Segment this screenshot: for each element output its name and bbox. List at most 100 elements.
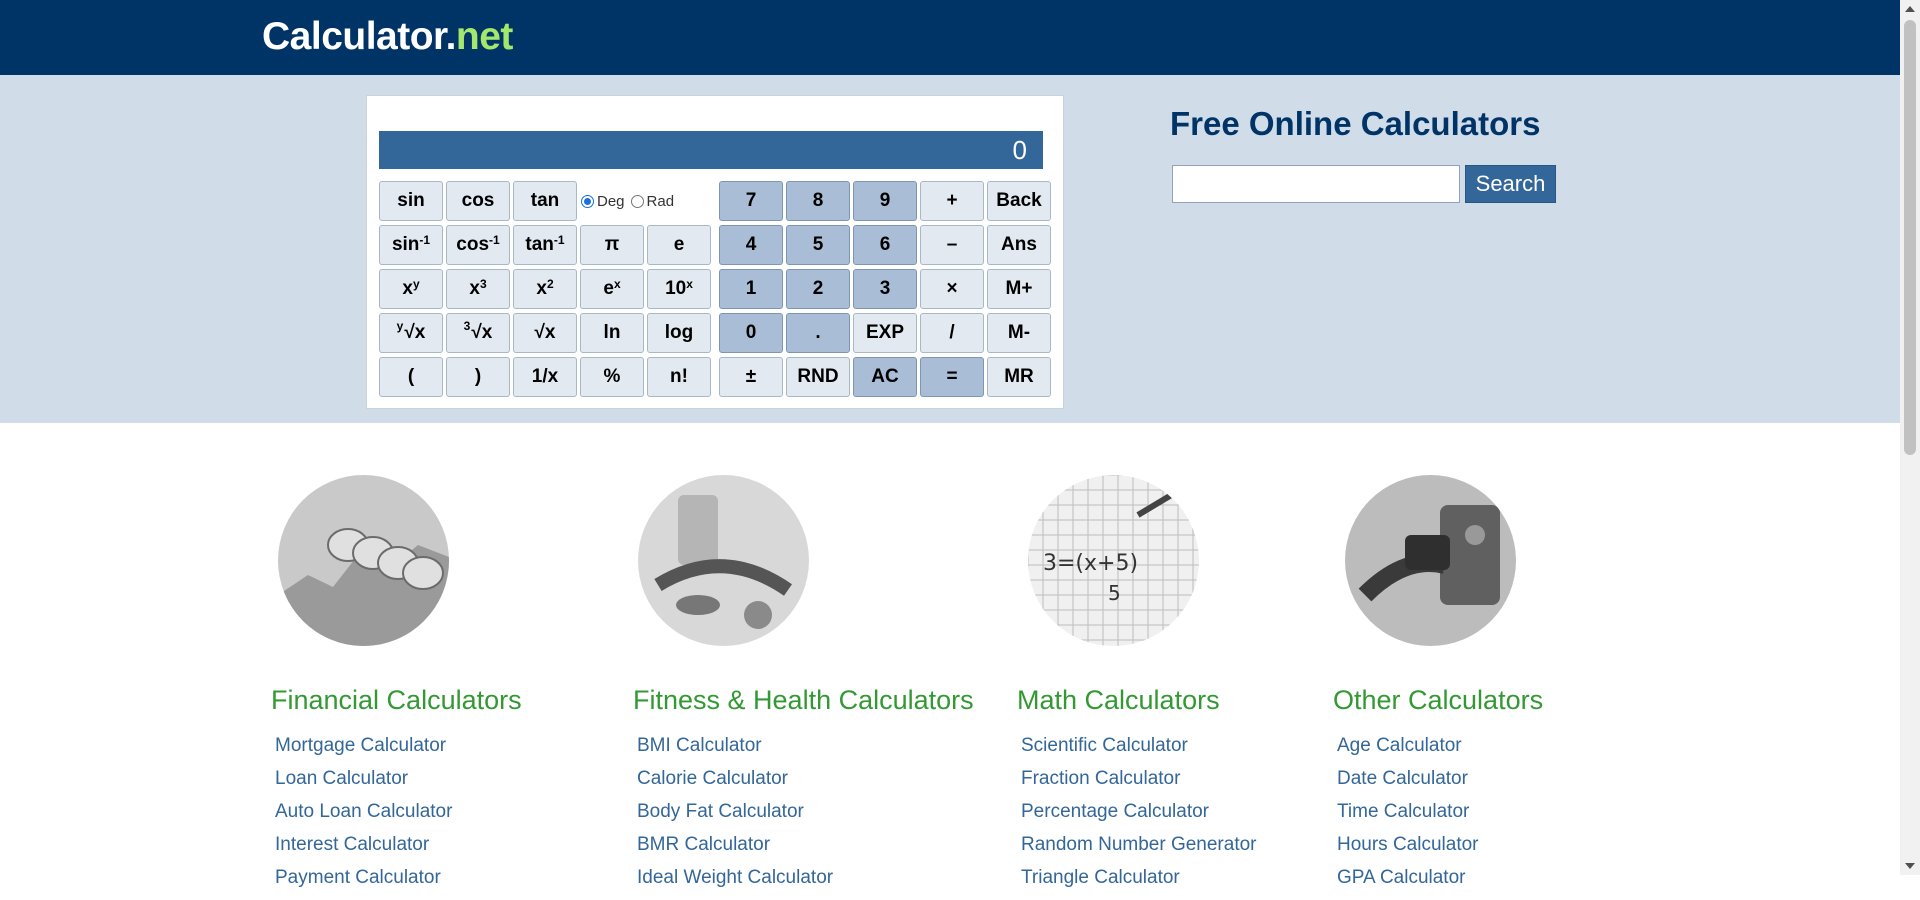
key-7[interactable]: 7 [719,181,783,221]
key-back[interactable]: Back [987,181,1051,221]
calculator-link[interactable]: Body Fat Calculator [637,801,804,822]
key-label: 5 [812,234,824,255]
calculator-link[interactable]: Scientific Calculator [1021,735,1188,756]
key-symbol[interactable]: π [580,225,644,265]
key-symbol[interactable]: – [920,225,984,265]
key-symbol[interactable]: . [786,313,850,353]
key-2[interactable]: 2 [786,269,850,309]
coins-chart-photo-image[interactable] [278,475,449,646]
key-symbol[interactable]: × [920,269,984,309]
key-9[interactable]: 9 [853,181,917,221]
deg-radio-dot[interactable] [581,194,594,208]
key-label: 8 [812,190,824,211]
key-symbol[interactable]: / [920,313,984,353]
scroll-thumb[interactable] [1904,20,1916,455]
key-1-x[interactable]: 1/x [513,357,577,397]
key-3[interactable]: 3 [853,269,917,309]
key-label: ± [745,366,757,387]
calculator-link[interactable]: Age Calculator [1337,735,1462,756]
key-0[interactable]: 0 [719,313,783,353]
site-logo[interactable]: Calculator.net [262,12,513,62]
key-n[interactable]: n! [647,357,711,397]
calculator-link[interactable]: Interest Calculator [275,834,429,855]
scroll-down-arrow-icon[interactable] [1905,863,1915,869]
key-symbol[interactable]: = [920,357,984,397]
key-3-x[interactable]: 3 √x [446,313,510,353]
key-4[interactable]: 4 [719,225,783,265]
calculator-link[interactable]: GPA Calculator [1337,867,1465,888]
calculator-link[interactable]: BMR Calculator [637,834,770,855]
key-label: 3 [879,278,891,299]
key-y-x[interactable]: y √x [379,313,443,353]
key-e[interactable]: e [647,225,711,265]
rad-radio-dot[interactable] [630,194,644,208]
category-title[interactable]: Fitness & Health Calculators [633,685,974,716]
calculator-link[interactable]: Random Number Generator [1021,834,1257,855]
key-1[interactable]: 1 [719,269,783,309]
key-rnd[interactable]: RND [786,357,850,397]
math-formula-photo-image[interactable]: 3=(x+5) 5 [1028,475,1199,646]
key-8[interactable]: 8 [786,181,850,221]
key-5[interactable]: 5 [786,225,850,265]
key-label: + [946,190,958,211]
key-ex[interactable]: ex [580,269,644,309]
key-x3[interactable]: x3 [446,269,510,309]
key-m[interactable]: M+ [987,269,1051,309]
scroll-up-arrow-icon[interactable] [1905,6,1915,12]
list-item: Percentage Calculator [1021,801,1257,834]
key-label: EXP [865,322,905,343]
key-label: ( [407,366,415,387]
key-10x[interactable]: 10 x [647,269,711,309]
calculator-link[interactable]: Fraction Calculator [1021,768,1180,789]
deg-radio[interactable]: Deg [581,193,625,210]
category-title[interactable]: Financial Calculators [271,685,522,716]
key-cos[interactable]: cos [446,181,510,221]
key-log[interactable]: log [647,313,711,353]
key-tan-1[interactable]: tan -1 [513,225,577,265]
category-title[interactable]: Other Calculators [1333,685,1543,716]
key-ln[interactable]: ln [580,313,644,353]
calculator-link[interactable]: BMI Calculator [637,735,762,756]
category-title[interactable]: Math Calculators [1017,685,1220,716]
calculator-link[interactable]: Mortgage Calculator [275,735,446,756]
list-item: Hours Calculator [1337,834,1479,867]
rad-radio[interactable]: Rad [630,193,674,210]
calculator-link[interactable]: Loan Calculator [275,768,408,789]
key-6[interactable]: 6 [853,225,917,265]
key-xy[interactable]: xy [379,269,443,309]
calculator-link[interactable]: Hours Calculator [1337,834,1479,855]
key-x2[interactable]: x2 [513,269,577,309]
category-links: Age Calculator Date Calculator Time Calcul… [1337,735,1479,900]
calculator-link[interactable]: Ideal Weight Calculator [637,867,833,888]
fuel-pump-photo-image[interactable] [1345,475,1516,646]
list-item: Auto Loan Calculator [275,801,452,834]
key-label: 10 [665,278,687,299]
search-button[interactable]: Search [1465,165,1556,203]
key-sin[interactable]: sin [379,181,443,221]
key-ac[interactable]: AC [853,357,917,397]
key-cos-1[interactable]: cos -1 [446,225,510,265]
calculator-link[interactable]: Calorie Calculator [637,768,788,789]
calculator-link[interactable]: Triangle Calculator [1021,867,1180,888]
key-x[interactable]: √x [513,313,577,353]
key-label: log [664,322,694,343]
page-scrollbar[interactable] [1900,0,1920,875]
calculator-link[interactable]: Auto Loan Calculator [275,801,452,822]
search-input[interactable] [1172,165,1460,203]
key-sin-1[interactable]: sin -1 [379,225,443,265]
calculator-link[interactable]: Percentage Calculator [1021,801,1209,822]
key-symbol[interactable]: ± [719,357,783,397]
key-symbol[interactable]: ( [379,357,443,397]
calculator-link[interactable]: Payment Calculator [275,867,441,888]
key-exp[interactable]: EXP [853,313,917,353]
key-symbol[interactable]: + [920,181,984,221]
key-m[interactable]: M- [987,313,1051,353]
calculator-link[interactable]: Date Calculator [1337,768,1468,789]
calculator-link[interactable]: Time Calculator [1337,801,1469,822]
fitness-food-photo-image[interactable] [638,475,809,646]
key-ans[interactable]: Ans [987,225,1051,265]
key-symbol[interactable]: % [580,357,644,397]
key-tan[interactable]: tan [513,181,577,221]
key-symbol[interactable]: ) [446,357,510,397]
key-mr[interactable]: MR [987,357,1051,397]
